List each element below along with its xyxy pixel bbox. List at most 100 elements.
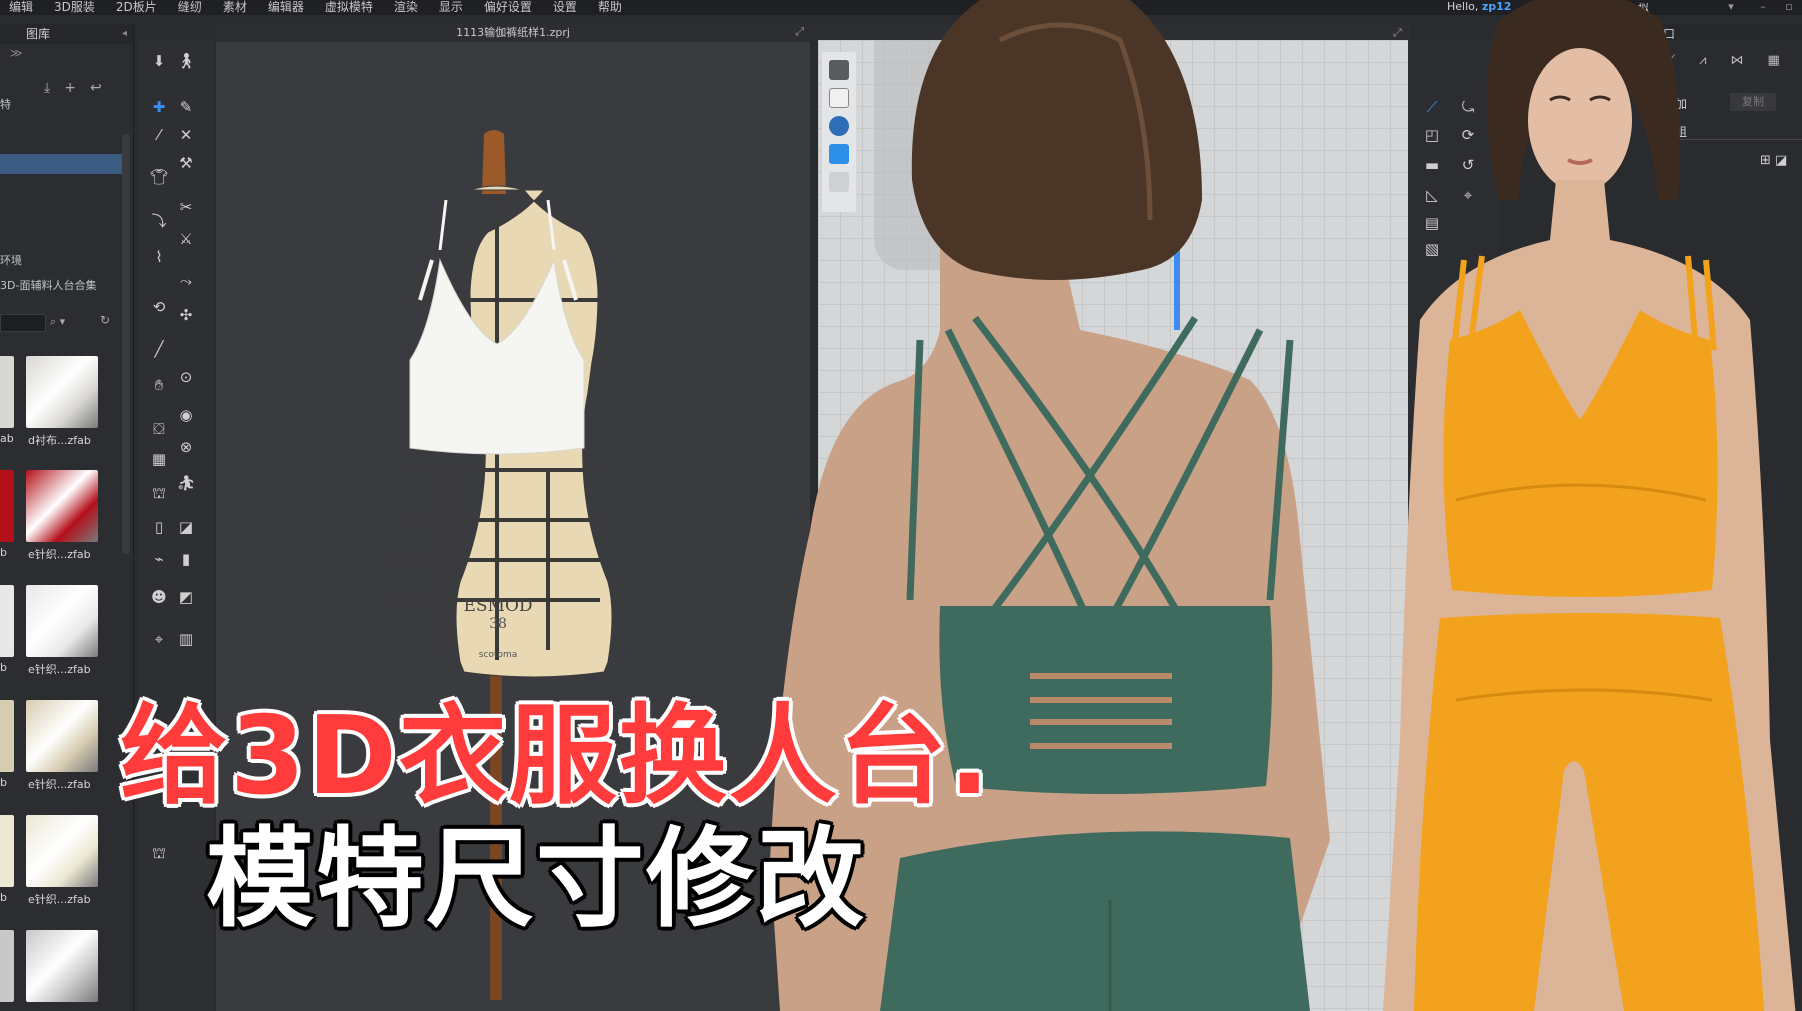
bow-icon[interactable]: ⋈: [1730, 53, 1743, 68]
lock-tool-icon[interactable]: ⊗: [176, 438, 196, 456]
minimize-icon[interactable]: –: [1752, 0, 1774, 15]
library-search-input[interactable]: [0, 314, 46, 332]
knife-tool-icon[interactable]: ⚔: [176, 230, 196, 248]
fabric-thumbnail[interactable]: [26, 585, 98, 657]
view-toggle-icon[interactable]: ≫: [10, 46, 23, 60]
pin-tool-icon[interactable]: ✎: [176, 98, 196, 116]
refresh-icon[interactable]: ↻: [100, 313, 110, 327]
fabric-thumbnail-partial[interactable]: [0, 470, 14, 542]
avatar-tool-icon[interactable]: ☻: [149, 588, 169, 606]
button-tool-icon[interactable]: ✣: [176, 306, 196, 324]
fabric-thumbnail-partial[interactable]: [0, 815, 14, 887]
move-tool-icon[interactable]: ✚: [149, 98, 169, 116]
scissor-tool-icon[interactable]: ✂: [176, 198, 196, 216]
fabric-thumbnail-partial[interactable]: [0, 356, 14, 428]
curve-point-icon[interactable]: ⤿: [1458, 98, 1478, 116]
fabric-thumbnail-partial[interactable]: [0, 585, 14, 657]
garment-2d-icon[interactable]: [829, 172, 849, 192]
pattern-selection-line[interactable]: [1174, 250, 1180, 330]
tree-item[interactable]: 环境: [0, 252, 22, 268]
notch-tool-icon[interactable]: ▤: [1422, 214, 1442, 232]
menu-item[interactable]: 帮助: [589, 0, 634, 15]
top-tool-icon[interactable]: ⛫: [149, 844, 169, 862]
tree-item-selected[interactable]: [0, 154, 122, 174]
block-tool-icon[interactable]: ▮: [176, 550, 196, 568]
copy-button[interactable]: 复制: [1730, 93, 1776, 111]
download-icon[interactable]: ⤓: [44, 80, 50, 96]
zigzag-icon[interactable]: ⩘: [1699, 53, 1706, 68]
hand-tool-icon[interactable]: ✋︎: [149, 376, 169, 394]
menu-item[interactable]: 缝纫: [169, 0, 214, 15]
tree-item[interactable]: 3D-面辅料人台合集: [0, 277, 96, 293]
plus-box-icon[interactable]: ⊞ ◪: [1760, 153, 1787, 168]
stitch-tool-icon[interactable]: ⌇: [149, 248, 169, 266]
patch-tool-icon[interactable]: ◪: [176, 518, 196, 536]
add-icon[interactable]: +: [64, 80, 76, 96]
rect-tool-icon[interactable]: ◰: [1422, 126, 1442, 144]
fabric-thumbnail[interactable]: [26, 356, 98, 428]
fabric-thumbnail[interactable]: [26, 930, 98, 1002]
menu-item[interactable]: 偏好设置: [475, 0, 544, 15]
circle-2d-icon[interactable]: ⟳: [1458, 126, 1478, 144]
garment-tool-icon[interactable]: 👕︎: [149, 168, 169, 186]
menu-item[interactable]: 设置: [544, 0, 589, 15]
zip-tool-icon[interactable]: ⌁: [149, 550, 169, 568]
select-tool-icon[interactable]: ⬇: [149, 52, 169, 70]
expand-icon[interactable]: ⤢: [795, 25, 804, 39]
more-icon[interactable]: ▦: [1767, 53, 1779, 68]
fold-tool-icon[interactable]: ⤵: [149, 212, 169, 230]
shirt-2d-icon[interactable]: [829, 88, 849, 108]
library-scrollbar[interactable]: [122, 134, 130, 554]
pencil-icon[interactable]: [829, 60, 849, 80]
measure-tool-icon[interactable]: ⌖: [149, 630, 169, 648]
pin-2d-icon[interactable]: ⚲: [1422, 670, 1442, 688]
2d-pattern-window[interactable]: [818, 40, 1408, 1011]
menu-item[interactable]: 虚拟模特: [316, 0, 385, 15]
cross-tool-icon[interactable]: ✕: [176, 126, 196, 144]
polygon-tool-icon[interactable]: ⟋: [1422, 98, 1442, 116]
dropdown-arrow-icon[interactable]: ▾: [1720, 0, 1742, 15]
menu-item[interactable]: 素材: [214, 0, 259, 15]
menu-item[interactable]: 编辑: [0, 0, 45, 15]
collapse-icon[interactable]: ◂: [122, 24, 127, 44]
menu-item[interactable]: 3D服装: [45, 0, 107, 15]
fabric-thumbnail-partial[interactable]: [0, 700, 14, 772]
target-tool-icon[interactable]: ⊙: [176, 368, 196, 386]
fabric-thumbnail-partial[interactable]: [0, 930, 14, 1002]
brush-tool-icon[interactable]: ⁄: [149, 126, 169, 144]
circle-tool-icon[interactable]: ◉: [176, 406, 196, 424]
figure-tool-icon[interactable]: ⛹︎: [176, 474, 196, 492]
layer-tool-icon[interactable]: ▦: [149, 450, 169, 468]
rotate-tool-icon[interactable]: ⟲: [149, 298, 169, 316]
line-tool-icon[interactable]: ╱: [149, 340, 169, 358]
pattern-expand-icon[interactable]: ⤢: [1393, 26, 1402, 40]
back-icon[interactable]: ↩: [90, 80, 102, 96]
menu-item[interactable]: 编辑器: [259, 0, 316, 15]
seam-tool-icon[interactable]: ⚯: [1422, 634, 1442, 652]
add-label[interactable]: 增加: [1663, 95, 1687, 112]
trace-tool-icon[interactable]: ⌖: [1458, 186, 1478, 204]
search-icon[interactable]: ⌕ ▾: [50, 315, 65, 329]
curve-tool-icon[interactable]: ⤳: [176, 272, 196, 290]
info-icon[interactable]: [829, 116, 849, 136]
ruler-tool-icon[interactable]: ▥: [1422, 580, 1442, 598]
fabric-thumbnail[interactable]: [26, 815, 98, 887]
internal-rect-icon[interactable]: ▬: [1422, 156, 1442, 174]
fabric-thumbnail[interactable]: [26, 470, 98, 542]
fabric-2d-icon[interactable]: [829, 144, 849, 164]
gift-tool-icon[interactable]: ▯: [149, 518, 169, 536]
internal-circle-icon[interactable]: ↺: [1458, 156, 1478, 174]
menu-item[interactable]: 显示: [430, 0, 475, 15]
restore-icon[interactable]: ▫: [1778, 0, 1800, 15]
walk-tool-icon[interactable]: 🚶︎: [176, 52, 196, 70]
grade-tool-icon[interactable]: ▧: [1422, 240, 1442, 258]
fabric-thumbnail[interactable]: [26, 700, 98, 772]
paint-tool-icon[interactable]: ⛋: [149, 420, 169, 438]
menu-item[interactable]: 2D板片: [107, 0, 169, 15]
tack-tool-icon[interactable]: ⚒: [176, 154, 196, 172]
tree-item[interactable]: 特: [0, 96, 11, 112]
line-icon[interactable]: ⟋: [1666, 53, 1675, 68]
panel-tool-icon[interactable]: ▥: [176, 630, 196, 648]
dart-tool-icon[interactable]: ◺: [1422, 186, 1442, 204]
menu-item[interactable]: 渲染: [385, 0, 430, 15]
